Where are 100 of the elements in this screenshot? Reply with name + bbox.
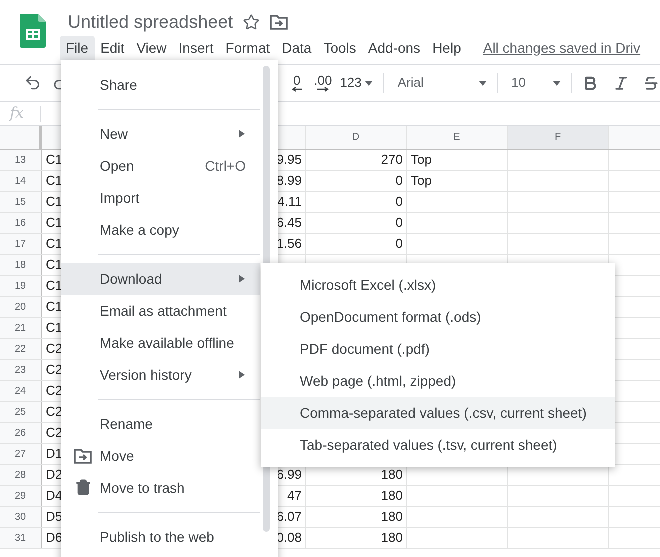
decrease-decimal-button[interactable]: 0: [292, 74, 302, 92]
italic-icon[interactable]: [612, 74, 630, 92]
row-number[interactable]: 31: [0, 528, 42, 548]
table-cell-text: C1: [46, 319, 63, 338]
menu-item[interactable]: Make a copy: [61, 214, 260, 246]
row-number[interactable]: 29: [0, 486, 42, 506]
menu-item[interactable]: Make available offline: [61, 327, 260, 359]
row-number[interactable]: 22: [0, 339, 42, 359]
menu-bar-item[interactable]: Data: [276, 36, 318, 60]
strikethrough-icon[interactable]: [643, 74, 660, 92]
menu-item[interactable]: Import: [61, 182, 260, 214]
table-cell-text: 47: [288, 487, 302, 506]
trash-icon: [75, 479, 92, 496]
menu-bar-item[interactable]: Tools: [318, 36, 362, 60]
menu-item[interactable]: Download: [61, 263, 260, 295]
row-number[interactable]: 26: [0, 423, 42, 443]
row-number[interactable]: 14: [0, 171, 42, 191]
menu-item[interactable]: Publish to the web: [61, 521, 260, 553]
menu-bar-item[interactable]: View: [130, 36, 173, 60]
row-number[interactable]: 19: [0, 276, 42, 296]
table-cell-text: C1: [46, 193, 63, 212]
menu-item[interactable]: PDF document (.pdf): [261, 333, 615, 365]
row-number[interactable]: 13: [0, 150, 42, 170]
table-cell-text: 6.07: [276, 508, 302, 526]
folder-move-icon: [74, 448, 92, 464]
table-cell-text: 9.95: [276, 151, 302, 170]
table-cell-text: C1: [46, 214, 63, 232]
increase-decimal-button[interactable]: .00: [314, 74, 332, 92]
table-cell-text: 180: [381, 529, 403, 548]
row-number[interactable]: 24: [0, 381, 42, 401]
table-cell-text: C1: [46, 277, 63, 296]
row-number[interactable]: 15: [0, 192, 42, 212]
menu-item[interactable]: Move: [61, 440, 260, 472]
row-number[interactable]: 30: [0, 507, 42, 527]
menu-item[interactable]: Web page (.html, zipped): [261, 365, 615, 397]
table-cell-text: 1.56: [276, 235, 302, 254]
caret-icon: [478, 80, 487, 86]
document-title[interactable]: Untitled spreadsheet: [68, 8, 234, 36]
row-number[interactable]: 27: [0, 444, 42, 464]
menu-bar-item[interactable]: Format: [220, 36, 276, 60]
menu-bar-item[interactable]: File: [60, 36, 95, 60]
menu-item[interactable]: Email as attachment: [61, 295, 260, 327]
menu-bar-item[interactable]: Add-ons: [362, 36, 427, 60]
row-number[interactable]: 18: [0, 255, 42, 275]
menu-item[interactable]: Tab-separated values (.tsv, current sheet): [261, 429, 615, 461]
menu-item[interactable]: OpenDocument format (.ods): [261, 301, 615, 333]
table-cell-text: C1: [46, 151, 63, 170]
table-cell-text: 270: [381, 151, 403, 170]
table-cell-text: C1: [46, 256, 63, 274]
menu-bar-item[interactable]: Edit: [94, 36, 131, 60]
undo-icon[interactable]: [24, 74, 42, 92]
table-cell-text: D4: [46, 487, 63, 506]
number-format-dropdown[interactable]: 123: [340, 73, 373, 93]
table-cell-text: 6.99: [276, 466, 302, 484]
row-number[interactable]: 23: [0, 360, 42, 380]
table-cell-text: D1: [46, 445, 63, 464]
folder-icon: [270, 14, 288, 30]
submenu-arrow-icon: [239, 275, 245, 283]
row-number[interactable]: 28: [0, 465, 42, 485]
menu-item[interactable]: Share: [61, 69, 260, 101]
row-number[interactable]: 17: [0, 234, 42, 254]
left-arrow-icon: [292, 87, 302, 92]
table-cell-text: C1: [46, 172, 63, 190]
table-cell-text: C1: [46, 235, 63, 254]
menu-item[interactable]: Comma-separated values (.csv, current sheet): [261, 397, 615, 429]
right-arrow-icon: [317, 87, 330, 92]
menu-item[interactable]: New: [61, 118, 260, 150]
submenu-arrow-icon: [239, 371, 245, 379]
table-cell-text: 0: [396, 193, 403, 212]
menu-item[interactable]: Rename: [61, 408, 260, 440]
formula-label: fx: [8, 103, 26, 124]
table-cell-text: 180: [381, 487, 403, 506]
menu-item[interactable]: Microsoft Excel (.xlsx): [261, 269, 615, 301]
table-cell-text: Top: [411, 172, 432, 190]
submenu-arrow-icon: [239, 130, 245, 138]
font-dropdown[interactable]: Arial: [398, 73, 487, 93]
table-cell-text: 6.45: [276, 214, 302, 232]
star-icon[interactable]: [243, 14, 260, 30]
table-cell-text: 0: [396, 235, 403, 254]
row-number[interactable]: 25: [0, 402, 42, 422]
row-number[interactable]: 20: [0, 297, 42, 317]
row-number[interactable]: 21: [0, 318, 42, 338]
menu-item[interactable]: Move to trash: [61, 472, 260, 504]
table-cell-text: 0: [396, 172, 403, 190]
table-cell-text: 180: [381, 466, 403, 484]
menu-item[interactable]: Version history: [61, 359, 260, 391]
menu-bar-item[interactable]: Insert: [172, 36, 220, 60]
menu-bar-item[interactable]: Help: [426, 36, 468, 60]
caret-icon: [552, 80, 561, 86]
table-cell-text: 0.08: [276, 529, 302, 548]
column-header[interactable]: F: [508, 126, 609, 149]
table-cell-text: 8.99: [276, 172, 302, 190]
row-number[interactable]: 16: [0, 213, 42, 233]
sheets-logo-icon[interactable]: [20, 14, 46, 48]
caret-icon: [364, 80, 373, 86]
table-cell-text: 180: [381, 508, 403, 526]
save-status-link[interactable]: All changes saved in Driv: [483, 38, 641, 58]
table-cell-text: 4.11: [278, 193, 302, 212]
menu-item[interactable]: Open Ctrl+O: [61, 150, 260, 182]
font-size-dropdown[interactable]: 10: [512, 73, 561, 93]
